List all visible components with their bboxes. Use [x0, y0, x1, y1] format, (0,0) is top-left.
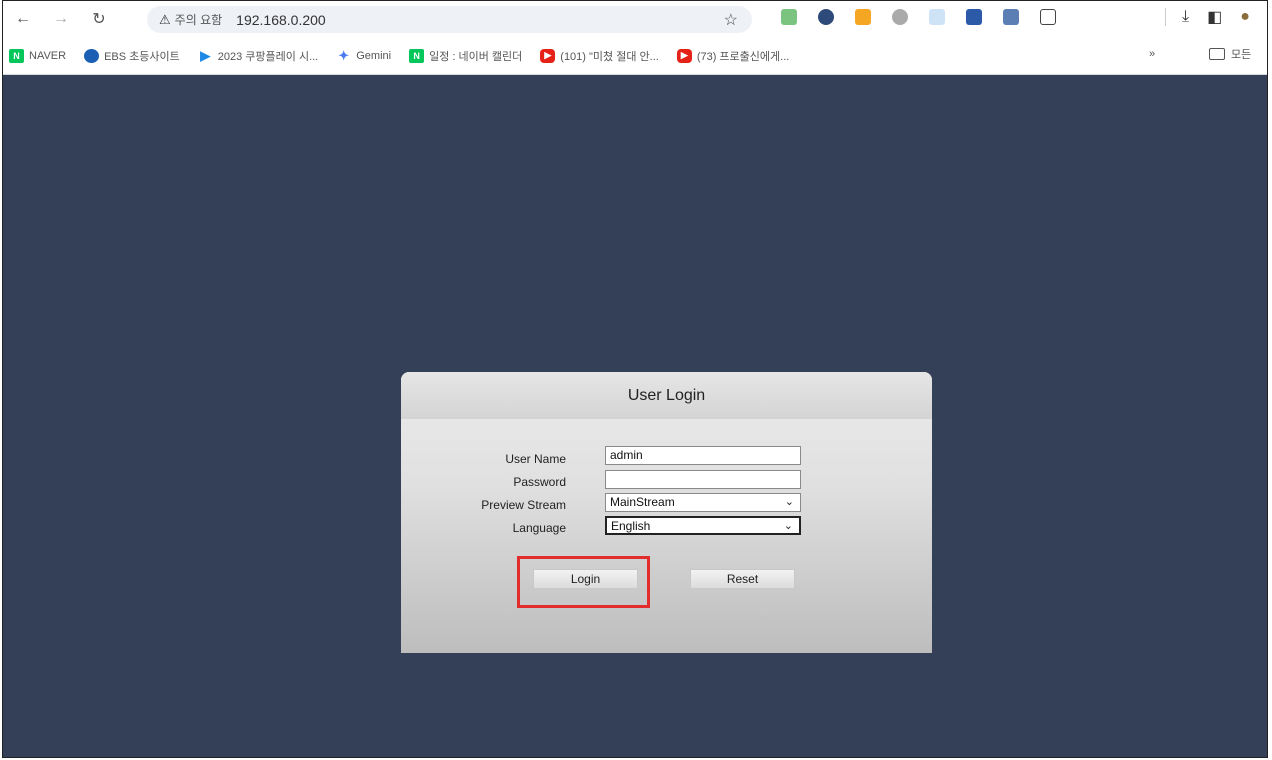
extensions-puzzle-icon[interactable]: [1040, 9, 1056, 25]
bookmark-youtube-1[interactable]: ▶ (101) "미쳤 절대 안...: [540, 48, 659, 64]
back-arrow-icon[interactable]: ←: [9, 5, 37, 33]
reset-button[interactable]: Reset: [690, 569, 795, 589]
bookmark-coupang-play[interactable]: ▶ 2023 쿠팡플레이 시...: [198, 48, 318, 64]
username-input[interactable]: admin: [605, 446, 801, 465]
reload-icon[interactable]: ↻: [85, 5, 113, 33]
extension-doc-icon[interactable]: [929, 9, 945, 25]
language-select[interactable]: English ⌄: [605, 516, 801, 535]
bookmark-label: NAVER: [29, 49, 67, 62]
youtube-icon: ▶: [676, 48, 692, 63]
extension-check-icon[interactable]: [818, 9, 834, 25]
preview-stream-label: Preview Stream: [481, 498, 566, 512]
profile-avatar-icon[interactable]: ●: [1240, 8, 1250, 26]
chevron-down-icon: ⌄: [783, 520, 793, 532]
folder-label: 모든: [1231, 49, 1252, 61]
bookmark-gemini[interactable]: ✦ Gemini: [336, 47, 392, 63]
extension-gray-icon[interactable]: [892, 9, 908, 25]
bookmark-star-icon[interactable]: ☆: [724, 10, 738, 30]
chevron-down-icon: ⌄: [784, 496, 794, 508]
bookmark-label: (101) "미쳤 절대 안...: [560, 50, 659, 63]
bookmark-ebs[interactable]: EBS 초등사이트: [84, 48, 180, 64]
extension-image-icon[interactable]: [1003, 9, 1019, 25]
bookmarks-bar: N NAVER EBS 초등사이트 ▶ 2023 쿠팡플레이 시... ✦ Ge…: [3, 37, 1267, 75]
login-highlight-box: [517, 556, 650, 608]
naver-icon: N: [9, 48, 24, 63]
warning-triangle-icon: ⚠: [159, 11, 171, 27]
bookmark-label: 일정 : 네이버 캘린더: [429, 50, 523, 63]
password-input[interactable]: [605, 470, 801, 489]
bookmark-naver-calendar[interactable]: N 일정 : 네이버 캘린더: [409, 48, 522, 64]
coupang-play-icon: ▶: [200, 47, 211, 63]
security-warning-label[interactable]: 주의 요함: [175, 11, 223, 28]
language-value: English: [611, 519, 651, 533]
gemini-icon: ✦: [338, 47, 350, 63]
login-panel: User Login User Name admin Password Prev…: [401, 372, 932, 653]
extension-orange-icon[interactable]: [855, 9, 871, 25]
bookmark-label: 2023 쿠팡플레이 시...: [217, 50, 319, 63]
address-bar[interactable]: ⚠ 주의 요함 192.168.0.200 ☆: [147, 6, 752, 33]
extension-grid-icon[interactable]: [966, 9, 982, 25]
toolbar-right: ⤓ ◧ ●: [1165, 7, 1267, 27]
browser-toolbar: ← → ↻ ⚠ 주의 요함 192.168.0.200 ☆ ⤓ ◧ ●: [3, 1, 1267, 37]
bookmark-label: Gemini: [356, 49, 392, 62]
youtube-icon: ▶: [540, 48, 556, 63]
forward-arrow-icon[interactable]: →: [47, 5, 75, 33]
language-label: Language: [512, 521, 566, 535]
download-icon[interactable]: ⤓: [1182, 8, 1189, 26]
browser-window: ← → ↻ ⚠ 주의 요함 192.168.0.200 ☆ ⤓ ◧ ● N NA…: [2, 0, 1268, 758]
bookmark-naver[interactable]: N NAVER: [9, 48, 67, 63]
side-panel-icon[interactable]: ◧: [1207, 7, 1222, 27]
url-text[interactable]: 192.168.0.200: [236, 12, 326, 28]
password-label: Password: [513, 475, 566, 489]
login-title: User Login: [401, 372, 932, 419]
preview-stream-select[interactable]: MainStream ⌄: [605, 493, 801, 512]
folder-icon: [1209, 48, 1225, 60]
username-label: User Name: [505, 452, 566, 466]
bookmark-label: EBS 초등사이트: [104, 50, 180, 63]
toolbar-divider: [1165, 8, 1166, 26]
all-bookmarks-folder[interactable]: 모든: [1209, 46, 1251, 62]
naver-calendar-icon: N: [409, 48, 425, 63]
bookmark-youtube-2[interactable]: ▶ (73) 프로출신에게...: [676, 48, 790, 64]
bookmark-label: (73) 프로출신에게...: [696, 50, 790, 63]
preview-stream-value: MainStream: [610, 495, 675, 509]
extension-icons: [781, 9, 1077, 25]
ebs-icon: [84, 48, 100, 63]
extension-green-icon[interactable]: [781, 9, 797, 25]
more-bookmarks-button[interactable]: »: [1149, 48, 1155, 60]
